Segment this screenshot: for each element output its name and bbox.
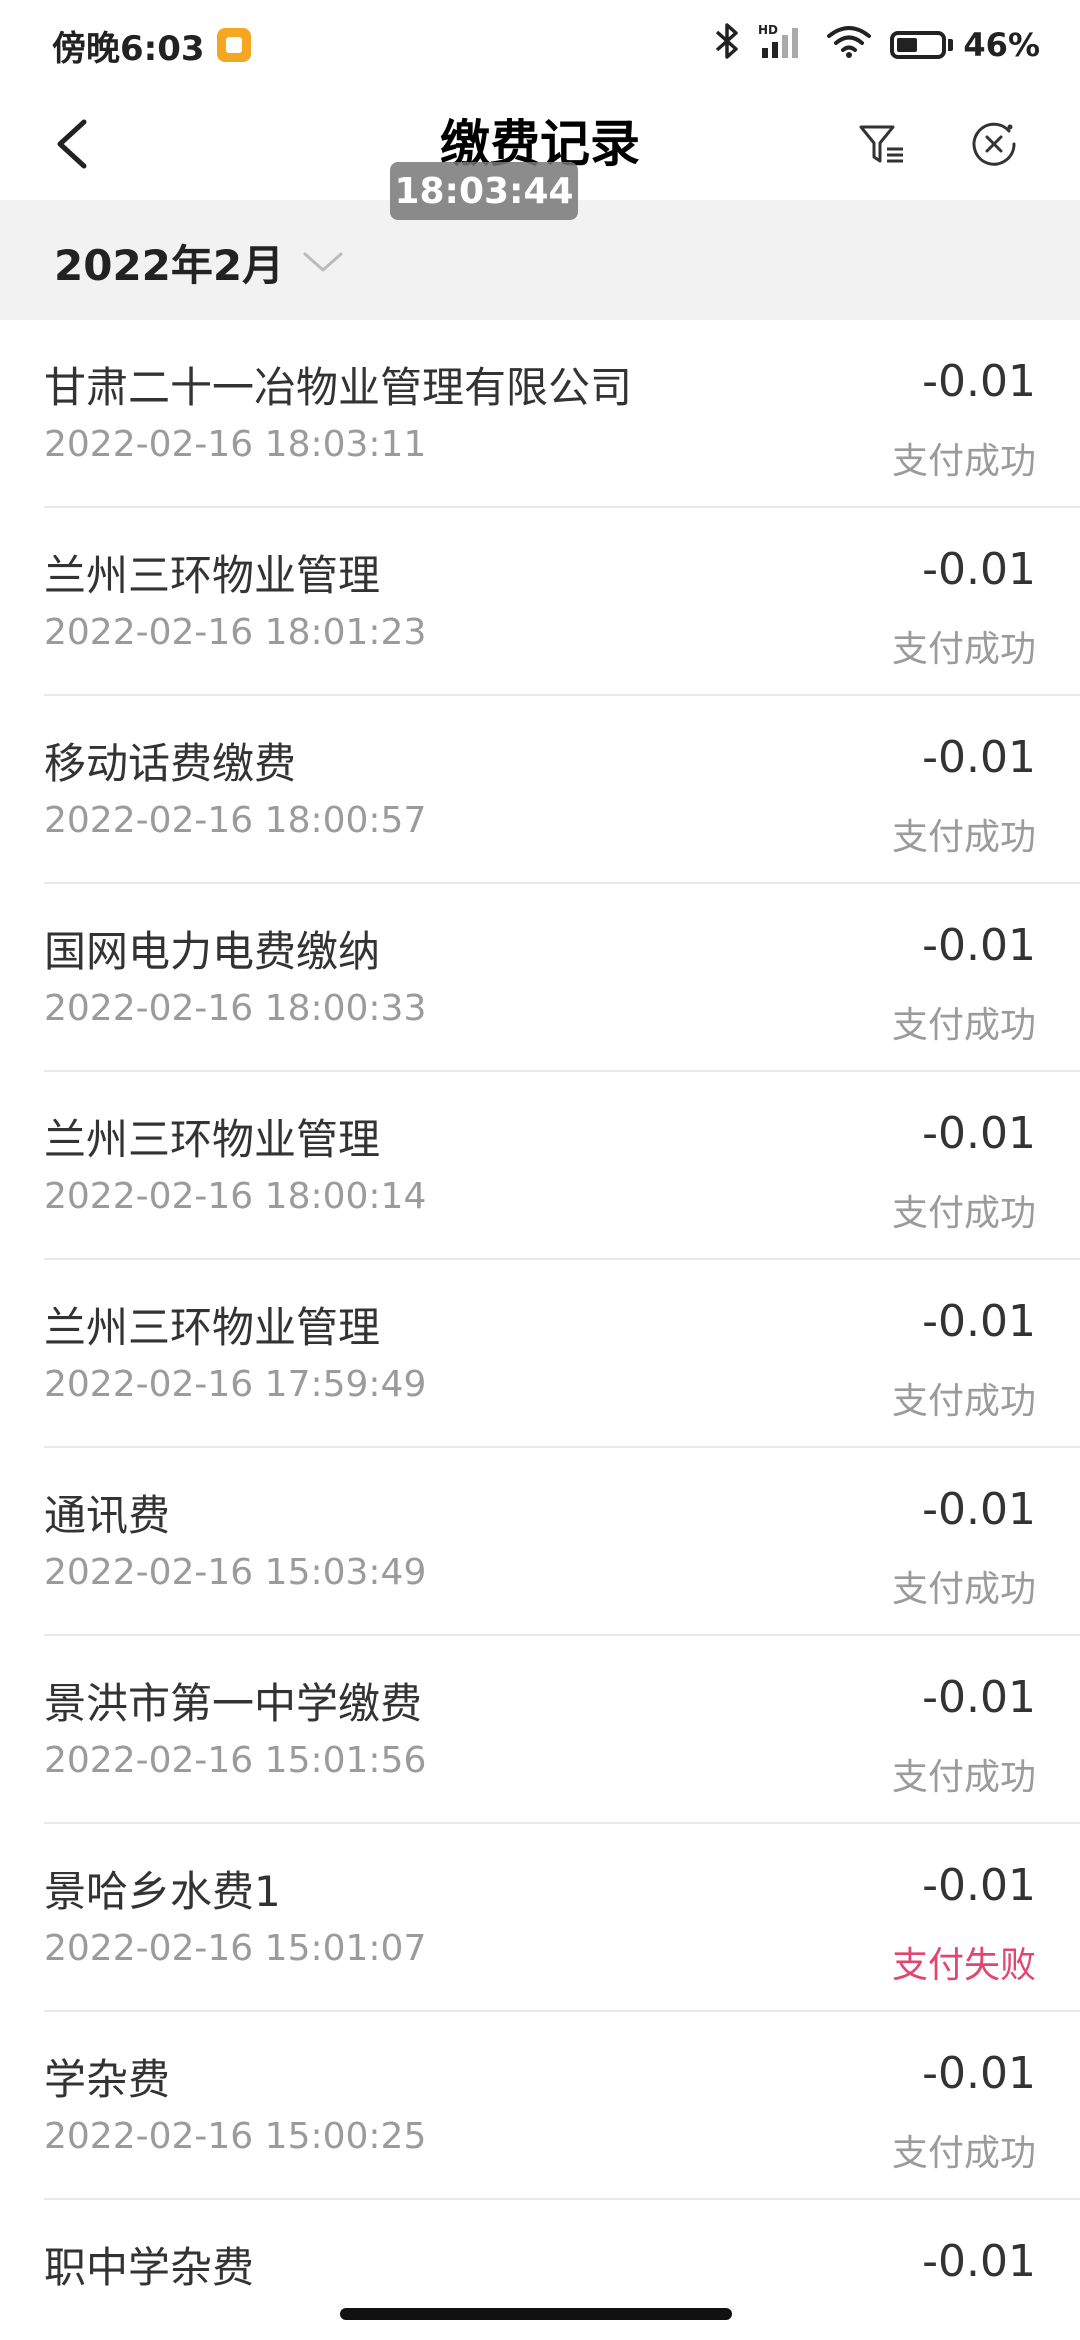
record-name: 兰州三环物业管理 — [44, 1303, 381, 1352]
close-button[interactable] — [958, 108, 1030, 180]
record-amount: -0.01 — [922, 920, 1036, 971]
battery-icon: 46% — [890, 26, 1040, 64]
record-name: 兰州三环物业管理 — [44, 1115, 381, 1164]
month-selector[interactable]: 2022年2月 — [54, 230, 344, 294]
app-notification-icon — [216, 28, 251, 62]
filter-icon — [859, 125, 903, 163]
month-label: 2022年2月 — [54, 240, 285, 290]
status-time: 傍晚6:03 — [52, 28, 205, 69]
record-name: 甘肃二十一冶物业管理有限公司 — [44, 363, 633, 412]
screen: 傍晚6:03 HD 46% 缴费记录 18:03:44 2022年2月 甘肃二十… — [0, 0, 1080, 2340]
record-item[interactable]: 甘肃二十一冶物业管理有限公司 2022-02-16 18:03:11 -0.01… — [44, 320, 1080, 508]
record-name: 职中学杂费 — [44, 2243, 255, 2292]
record-name: 国网电力电费缴纳 — [44, 927, 381, 976]
record-item[interactable]: 通讯费 2022-02-16 15:03:49 -0.01 支付成功 — [44, 1448, 1080, 1636]
record-item[interactable]: 兰州三环物业管理 2022-02-16 18:00:14 -0.01 支付成功 — [44, 1072, 1080, 1260]
record-amount: -0.01 — [922, 1296, 1036, 1347]
record-amount: -0.01 — [922, 1484, 1036, 1535]
record-status: 支付成功 — [891, 1757, 1036, 1798]
record-name: 通讯费 — [44, 1491, 171, 1540]
record-status: 支付成功 — [891, 2133, 1036, 2174]
record-status: 支付成功 — [891, 441, 1036, 482]
wifi-icon — [826, 22, 872, 68]
record-list: 甘肃二十一冶物业管理有限公司 2022-02-16 18:03:11 -0.01… — [0, 320, 1080, 2340]
record-status: 支付失败 — [891, 1945, 1036, 1986]
record-name: 移动话费缴费 — [44, 739, 297, 788]
record-name: 景哈乡水费1 — [44, 1867, 281, 1916]
svg-text:HD: HD — [758, 23, 778, 37]
status-left: 傍晚6:03 — [52, 21, 251, 70]
record-name: 兰州三环物业管理 — [44, 551, 381, 600]
record-amount: -0.01 — [922, 544, 1036, 595]
home-indicator[interactable] — [340, 2308, 732, 2320]
record-amount: -0.01 — [922, 1672, 1036, 1723]
status-right: HD 46% — [714, 22, 1040, 68]
record-status: 支付成功 — [891, 1193, 1036, 1234]
record-status: 支付成功 — [891, 817, 1036, 858]
battery-percent: 46% — [963, 26, 1040, 64]
record-status: 支付成功 — [891, 1381, 1036, 1422]
record-time: 2022-02-16 18:00:14 — [44, 1176, 427, 1217]
record-name: 景洪市第一中学缴费 — [44, 1679, 423, 1728]
record-amount: -0.01 — [922, 2236, 1036, 2287]
battery-body — [890, 31, 947, 59]
hd-signal-icon: HD — [758, 22, 808, 68]
record-time: 2022-02-16 18:00:33 — [44, 988, 427, 1029]
record-status: 支付成功 — [891, 1005, 1036, 1046]
record-item[interactable]: 景哈乡水费1 2022-02-16 15:01:07 -0.01 支付失败 — [44, 1824, 1080, 2012]
record-name: 学杂费 — [44, 2055, 171, 2104]
close-circle-icon — [972, 122, 1016, 166]
bluetooth-icon — [714, 22, 740, 68]
record-amount: -0.01 — [922, 2048, 1036, 2099]
filter-button[interactable] — [846, 108, 918, 180]
record-time: 2022-02-16 17:59:49 — [44, 1364, 427, 1405]
record-item[interactable]: 学杂费 2022-02-16 15:00:25 -0.01 支付成功 — [44, 2012, 1080, 2200]
record-item[interactable]: 兰州三环物业管理 2022-02-16 17:59:49 -0.01 支付成功 — [44, 1260, 1080, 1448]
record-amount: -0.01 — [922, 1108, 1036, 1159]
record-time: 2022-02-16 15:01:56 — [44, 1740, 427, 1781]
record-amount: -0.01 — [922, 1860, 1036, 1911]
record-item[interactable]: 移动话费缴费 2022-02-16 18:00:57 -0.01 支付成功 — [44, 696, 1080, 884]
record-item[interactable]: 兰州三环物业管理 2022-02-16 18:01:23 -0.01 支付成功 — [44, 508, 1080, 696]
record-status: 支付成功 — [891, 1569, 1036, 1610]
record-time: 2022-02-16 15:03:49 — [44, 1552, 427, 1593]
record-item[interactable]: 国网电力电费缴纳 2022-02-16 18:00:33 -0.01 支付成功 — [44, 884, 1080, 1072]
record-amount: -0.01 — [922, 356, 1036, 407]
record-time: 2022-02-16 18:03:11 — [44, 424, 427, 465]
status-bar: 傍晚6:03 HD 46% — [0, 0, 1080, 90]
record-time: 2022-02-16 18:00:57 — [44, 800, 427, 841]
time-overlay: 18:03:44 — [390, 162, 578, 220]
battery-fill — [897, 38, 917, 52]
record-status: 支付成功 — [891, 629, 1036, 670]
record-time: 2022-02-16 15:01:07 — [44, 1928, 427, 1969]
record-item[interactable]: 景洪市第一中学缴费 2022-02-16 15:01:56 -0.01 支付成功 — [44, 1636, 1080, 1824]
record-amount: -0.01 — [922, 732, 1036, 783]
record-time: 2022-02-16 18:01:23 — [44, 612, 427, 653]
chevron-down-icon — [303, 252, 343, 272]
battery-tip — [948, 39, 954, 51]
record-time: 2022-02-16 15:00:25 — [44, 2116, 427, 2157]
